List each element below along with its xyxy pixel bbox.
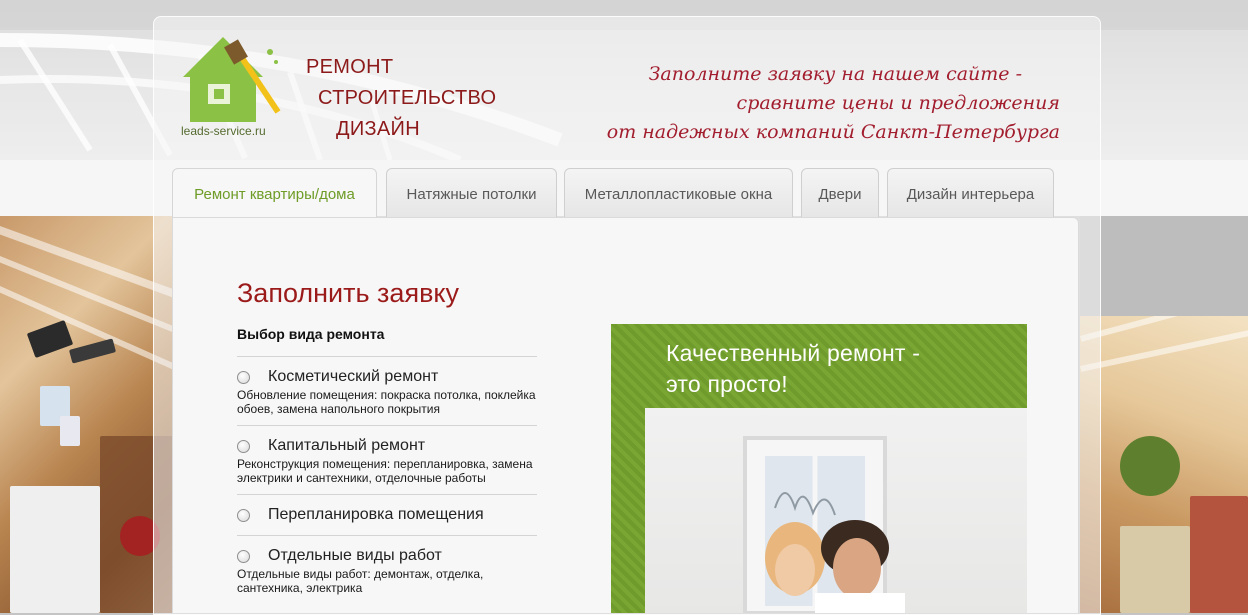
tab-stretch-ceilings[interactable]: Натяжные потолки [386, 168, 557, 217]
option-replanning[interactable]: Перепланировка помещения [237, 494, 537, 535]
tab-pvc-windows[interactable]: Металлопластиковые окна [564, 168, 793, 217]
option-separate-works[interactable]: Отдельные виды работ Отдельные виды рабо… [237, 535, 537, 604]
slogan-line: ДИЗАЙН [336, 118, 420, 140]
tab-doors[interactable]: Двери [801, 168, 879, 217]
header-tagline: Заполните заявку на нашем сайте - сравни… [607, 60, 1060, 147]
option-label: Косметический ремонт [268, 368, 439, 385]
tagline-line: Заполните заявку на нашем сайте - [648, 63, 1022, 85]
promo-photo [645, 408, 1027, 613]
form-title: Заполнить заявку [237, 278, 460, 308]
option-description: Отдельные виды работ: демонтаж, отделка,… [237, 567, 484, 595]
radio-button[interactable] [237, 508, 250, 522]
option-label: Отдельные виды работ [268, 547, 442, 564]
option-description: Обновление помещения: покраска потолка, … [237, 388, 536, 416]
background-panel [1080, 216, 1248, 316]
promo-line: это просто! [666, 371, 788, 397]
repair-type-options: Косметический ремонт Обновление помещени… [237, 356, 537, 604]
radio-button[interactable] [237, 370, 250, 384]
option-label: Капитальный ремонт [268, 437, 426, 454]
tab-interior-design[interactable]: Дизайн интерьера [887, 168, 1054, 217]
logo-domain: leads-service.ru [181, 124, 266, 138]
house-logo-icon [183, 37, 281, 122]
room-image-right [1080, 316, 1248, 613]
radio-button[interactable] [237, 549, 250, 563]
tab-apartment-renovation[interactable]: Ремонт квартиры/дома [172, 168, 377, 219]
couple-photo-image [743, 436, 905, 613]
tagline-line: от надежных компаний Санкт-Петербурга [606, 121, 1060, 143]
form-subtitle: Выбор вида ремонта [237, 326, 385, 342]
option-cosmetic-repair[interactable]: Косметический ремонт Обновление помещени… [237, 356, 537, 425]
room-image-left [0, 216, 175, 613]
slogan-line: СТРОИТЕЛЬСТВО [318, 87, 497, 109]
slogan: РЕМОНТ СТРОИТЕЛЬСТВО ДИЗАЙН [306, 52, 496, 145]
slogan-line: РЕМОНТ [306, 56, 394, 78]
radio-button[interactable] [237, 439, 250, 453]
option-major-repair[interactable]: Капитальный ремонт Реконструкция помещен… [237, 425, 537, 494]
option-description: Реконструкция помещения: перепланировка,… [237, 457, 533, 485]
site-logo[interactable]: leads-service.ru [175, 32, 287, 158]
promo-line: Качественный ремонт - [666, 340, 921, 366]
option-label: Перепланировка помещения [268, 506, 484, 523]
tagline-line: сравните цены и предложения [736, 92, 1060, 114]
promo-title: Качественный ремонт - это просто! [666, 338, 920, 400]
promo-banner: Качественный ремонт - это просто! [611, 324, 1027, 613]
